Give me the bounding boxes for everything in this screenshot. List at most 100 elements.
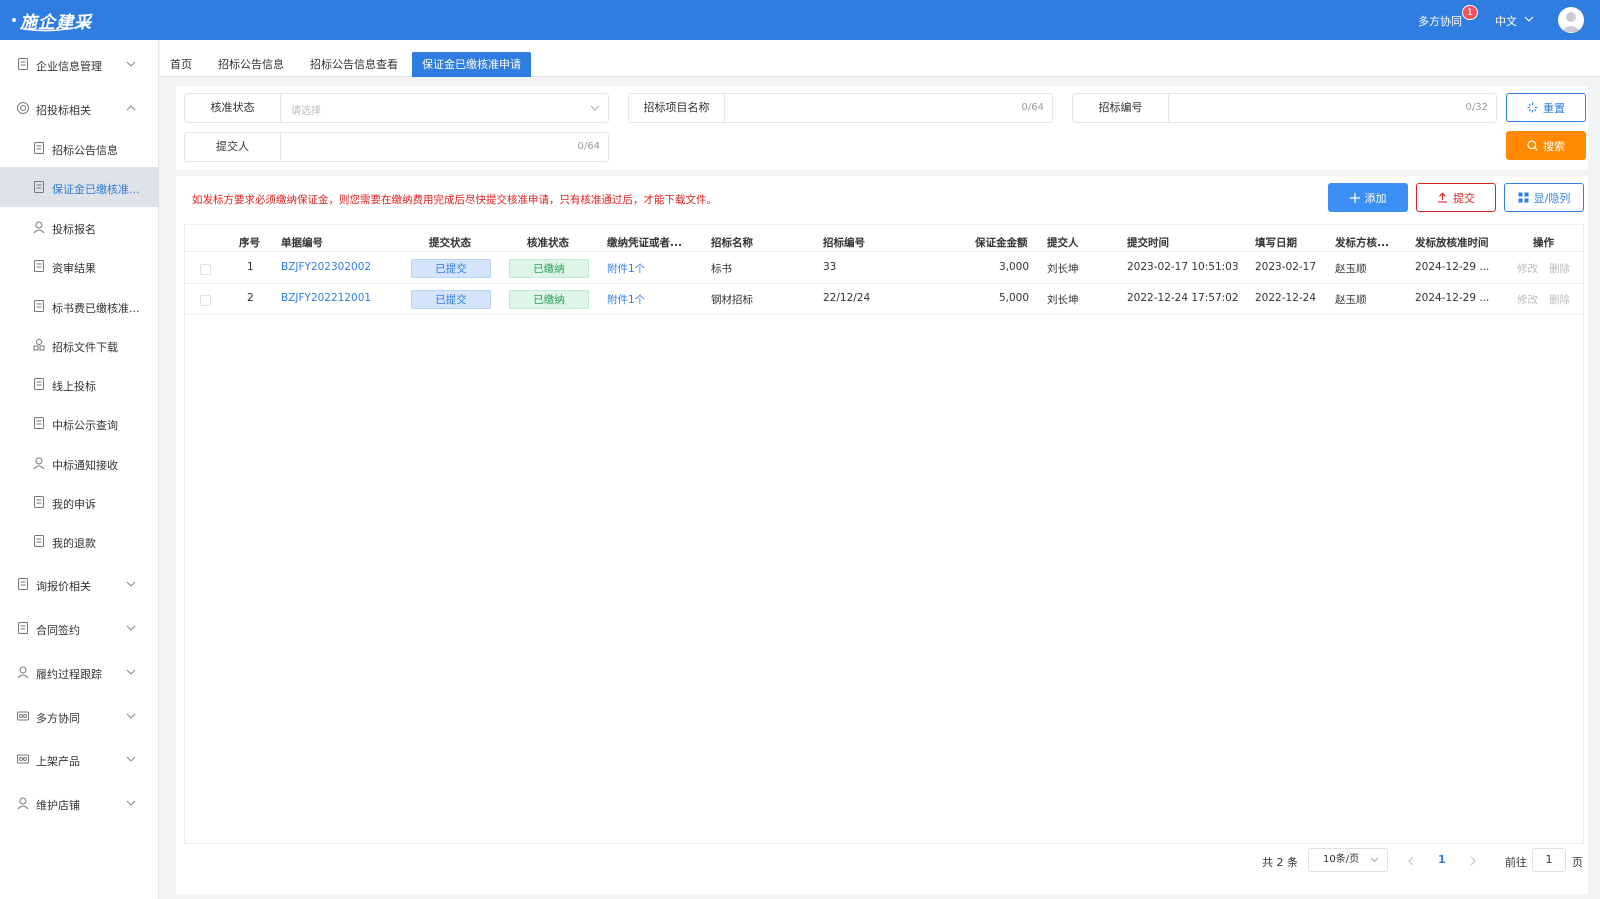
approve-status-select[interactable]: 核准状态 请选择 [184,93,609,123]
cell-doc-no[interactable]: BZJFY202302002 [281,261,371,273]
col-header[interactable]: 提交人 [1047,235,1079,250]
cell-submit-time: 2022-12-24 17:57:02 [1127,292,1239,304]
reset-button[interactable]: 重置 [1506,93,1586,122]
next-page-icon[interactable] [1470,856,1476,866]
sidebar-item[interactable]: 我的申诉 [0,482,159,522]
page-number[interactable]: 1 [1438,853,1446,866]
notice-icon [34,417,44,429]
avatar[interactable] [1558,7,1584,33]
pagination-total: 共 2 条 [1262,856,1298,869]
contract-icon [18,622,28,634]
table-row[interactable]: 2 BZJFY202212001 已提交 已缴纳 附件1个 钢材招标 22/12… [185,283,1583,315]
collab-icon [17,711,29,721]
track-icon [17,666,29,679]
col-header[interactable]: 发标方核... [1335,235,1389,250]
col-header[interactable]: 提交时间 [1127,235,1169,250]
product-icon [17,754,29,764]
toggle-columns-button[interactable]: 显/隐列 [1504,183,1584,212]
tab-deposit-approval[interactable]: 保证金已缴核准申请 [412,52,531,77]
logo-swoosh-icon [23,23,91,32]
page-size-select[interactable]: 10条/页 [1308,848,1388,872]
sidebar-item[interactable]: 标书费已缴核准... [0,286,159,326]
sidebar-item-label: 保证金已缴核准... [52,183,140,196]
clipboard-icon [34,181,44,193]
collab-link[interactable]: 多方协同 [1418,13,1462,29]
cell-index: 2 [247,292,254,304]
delete-button[interactable]: 删除 [1549,261,1570,276]
chevron-down-icon [590,105,600,111]
col-header[interactable]: 招标编号 [823,235,865,250]
col-header[interactable]: 缴纳凭证或者... [607,235,682,250]
language-selector[interactable]: 中文 [1495,13,1517,29]
sidebar-item[interactable]: 询报价相关 [0,564,159,604]
sidebar-item[interactable]: 中标公示查询 [0,403,159,443]
sidebar-item[interactable]: 履约过程跟踪 [0,652,159,692]
sidebar-item[interactable]: 合同签约 [0,608,159,648]
sidebar-item-label: 线上投标 [52,380,96,393]
sidebar-item[interactable]: 维护店铺 [0,783,159,823]
cell-fill-date: 2023-02-17 [1255,261,1317,273]
search-button[interactable]: 搜索 [1506,131,1586,160]
sidebar-item[interactable]: 资审结果 [0,246,159,286]
goto-page-input[interactable]: 1 [1532,848,1566,872]
col-header[interactable]: 填写日期 [1255,235,1297,250]
row-checkbox[interactable] [200,264,211,275]
sidebar-item[interactable]: 招投标相关 [0,88,159,128]
approve-status-badge: 已缴纳 [509,290,589,309]
user-notify-icon [33,457,45,470]
grid-icon [1518,192,1529,203]
sidebar-item[interactable]: 中标通知接收 [0,443,159,483]
col-header[interactable]: 招标名称 [711,235,753,250]
submitter-count: 0/64 [577,141,600,152]
cell-doc-no[interactable]: BZJFY202212001 [281,292,371,304]
tab-tender-notice-view[interactable]: 招标公告信息查看 [300,52,408,77]
tab-home[interactable]: 首页 [160,52,202,77]
col-header[interactable]: 保证金金额 [975,235,1028,250]
notification-badge: 1 [1462,5,1478,20]
delete-button[interactable]: 删除 [1549,292,1570,307]
row-checkbox[interactable] [200,295,211,306]
sidebar-item[interactable]: 招标文件下载 [0,325,159,365]
prev-page-icon[interactable] [1408,856,1414,866]
tender-code-field[interactable]: 招标编号 0/32 [1072,93,1497,123]
refresh-icon [1527,102,1538,113]
sidebar-item[interactable]: 投标报名 [0,207,159,247]
col-header[interactable]: 操作 [1533,235,1554,250]
sidebar-item[interactable]: 多方协同 [0,696,159,736]
cell-voucher-link[interactable]: 附件1个 [607,292,645,307]
sidebar-item[interactable]: 我的退款 [0,521,159,561]
online-bid-icon [34,378,44,390]
sidebar-item[interactable]: 上架产品 [0,739,159,779]
sidebar-item-label: 上架产品 [36,755,80,768]
check-clipboard-icon [34,260,44,272]
sidebar-item-label: 资审结果 [52,262,96,275]
sidebar-item[interactable]: 保证金已缴核准... [0,167,159,207]
sidebar-item[interactable]: 招标公告信息 [0,128,159,168]
col-header[interactable]: 核准状态 [527,235,569,250]
sidebar-item[interactable]: 企业信息管理 [0,44,159,84]
edit-button[interactable]: 修改 [1517,292,1538,307]
cell-approver: 赵玉顺 [1335,263,1367,275]
edit-button[interactable]: 修改 [1517,261,1538,276]
submitter-field[interactable]: 提交人 0/64 [184,132,609,162]
tab-tender-notice[interactable]: 招标公告信息 [208,52,294,77]
submit-status-badge: 已提交 [411,290,491,309]
add-button[interactable]: 添加 [1328,183,1408,212]
chevron-down-icon [1370,857,1379,863]
plus-icon [1349,192,1360,203]
sidebar-item[interactable]: 线上投标 [0,364,159,404]
toggle-columns-label: 显/隐列 [1533,191,1571,205]
sidebar-item-label: 中标公示查询 [52,419,118,432]
chevron-down-icon [126,625,136,631]
col-header[interactable]: 发标放核准时间 [1415,235,1489,250]
col-header[interactable]: 单据编号 [281,235,323,250]
table-row[interactable]: 1 BZJFY202302002 已提交 已缴纳 附件1个 标书 33 3,00… [185,252,1583,284]
project-name-field[interactable]: 招标项目名称 0/64 [628,93,1053,123]
approve-status-label: 核准状态 [185,94,281,122]
col-header[interactable]: 序号 [239,235,260,250]
col-header[interactable]: 提交状态 [429,235,471,250]
cell-voucher-link[interactable]: 附件1个 [607,261,645,276]
appeal-icon [34,496,44,508]
sidebar-item-label: 履约过程跟踪 [36,668,102,681]
submit-button[interactable]: 提交 [1416,183,1496,212]
